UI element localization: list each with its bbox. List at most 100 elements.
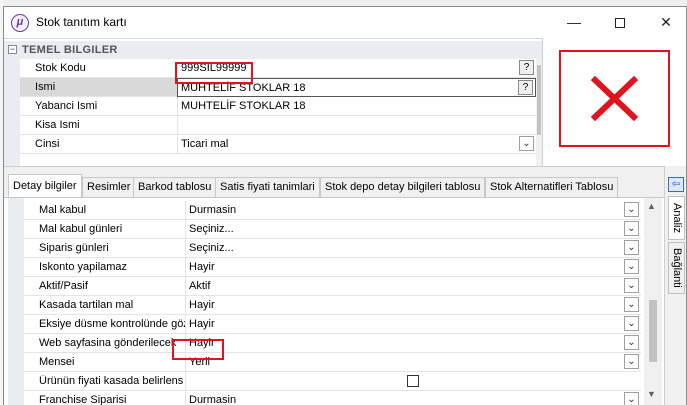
category-row[interactable]: − TEMEL BILGILER [4, 41, 542, 59]
chevron-down-icon[interactable]: ⌄ [624, 240, 639, 255]
field-label: Iskonto yapilamaz [39, 261, 128, 273]
tab-analysis[interactable]: Analiz [668, 196, 685, 240]
detail-row[interactable]: Aktif/Pasif Aktif ⌄ [24, 277, 641, 296]
scrollbar-thumb[interactable] [537, 65, 541, 135]
field-label: Web sayfasina gönderilecek [39, 337, 177, 349]
detail-row[interactable]: Ürünün fiyati kasada belirlens [24, 372, 641, 391]
detail-row[interactable]: Iskonto yapilamaz Hayir ⌄ [24, 258, 641, 277]
grid-gutter [8, 198, 24, 405]
side-panel: ⇦ Analiz Bağlanti [664, 166, 686, 405]
field-label: Mensei [39, 356, 75, 368]
acceptance-days-select[interactable]: Seçiniz... ⌄ [185, 220, 641, 238]
field-value: Ticari mal [181, 138, 229, 150]
foreign-name-input[interactable]: MUHTELİF STOKLAR 18 [177, 97, 536, 116]
chevron-down-icon[interactable]: ⌄ [624, 278, 639, 293]
red-x-icon [590, 75, 639, 122]
collapse-icon[interactable]: − [8, 45, 17, 54]
tab-bar: Detay bilgiler Resimler Barkod tablosu S… [4, 166, 664, 198]
chevron-down-icon[interactable]: ⌄ [624, 202, 639, 217]
title-bar[interactable]: μ Stok tanıtım kartı — ✕ [4, 7, 686, 38]
detail-row[interactable]: Mal kabul günleri Seçiniz... ⌄ [24, 220, 641, 239]
field-type[interactable]: Cinsi Ticari mal ⌄ [20, 135, 536, 154]
scroll-down-icon[interactable]: ▼ [647, 389, 656, 399]
tab-stock-depot-details[interactable]: Stok depo detay bilgileri tablosu [320, 177, 486, 197]
maximize-icon [615, 18, 625, 29]
stock-code-highlight [175, 62, 253, 84]
tab-detail-info[interactable]: Detay bilgiler [8, 174, 82, 198]
short-name-input[interactable] [177, 116, 536, 135]
tab-connection[interactable]: Bağlanti [668, 242, 685, 294]
category-label: TEMEL BILGILER [22, 44, 118, 56]
detail-row[interactable]: Kasada tartilan mal Hayir ⌄ [24, 296, 641, 315]
field-short-name[interactable]: Kisa Ismi [20, 116, 536, 135]
scrollbar-thumb[interactable] [649, 300, 657, 362]
detail-grid-scrollbar[interactable]: ▲ ▼ [644, 198, 662, 405]
detail-row[interactable]: Siparis günleri Seçiniz... ⌄ [24, 239, 641, 258]
field-label: Kisa Ismi [35, 119, 80, 131]
scroll-up-icon[interactable]: ▲ [647, 201, 656, 211]
chevron-down-icon[interactable]: ⌄ [624, 354, 639, 369]
field-value: Aktif [189, 280, 211, 292]
detail-row[interactable]: Eksiye düsme kontrolünde göz Hayir ⌄ [24, 315, 641, 334]
chevron-down-icon[interactable]: ⌄ [624, 392, 639, 405]
chevron-down-icon[interactable]: ⌄ [624, 316, 639, 331]
chevron-down-icon[interactable]: ⌄ [624, 297, 639, 312]
field-label: Cinsi [35, 138, 60, 150]
tab-stock-alternatives[interactable]: Stok Alternatifleri Tablosu [485, 177, 619, 197]
field-name[interactable]: Ismi MUHTELİF STOKLAR 18 ? [20, 78, 536, 97]
order-days-select[interactable]: Seçiniz... ⌄ [185, 239, 641, 257]
detail-row[interactable]: Mal kabul Durmasin ⌄ [24, 201, 641, 220]
field-partial-row [20, 154, 536, 166]
field-label: Kasada tartilan mal [39, 299, 134, 311]
field-label: Yabanci Ismi [35, 100, 98, 112]
field-label: Eksiye düsme kontrolünde göz [39, 318, 185, 330]
tab-sale-price-definitions[interactable]: Satis fiyati tanimlari [215, 177, 320, 197]
detail-row[interactable]: Mensei Yerli ⌄ [24, 353, 641, 372]
close-button[interactable]: ✕ [643, 7, 687, 38]
field-value: Durmasin [189, 394, 237, 405]
field-label: Siparis günleri [39, 242, 109, 254]
field-stock-code[interactable]: Stok Kodu 999SIL99999 ? [20, 59, 536, 78]
chevron-down-icon[interactable]: ⌄ [519, 136, 534, 151]
chevron-down-icon[interactable]: ⌄ [624, 335, 639, 350]
field-value: Hayir [189, 299, 215, 311]
field-value: Hayir [189, 261, 215, 273]
tab-barcode-table[interactable]: Barkod tablosu [133, 177, 217, 197]
expand-panel-icon[interactable]: ⇦ [668, 177, 684, 192]
franchise-order-select[interactable]: Durmasin ⌄ [185, 391, 641, 405]
chevron-down-icon[interactable]: ⌄ [624, 259, 639, 274]
detail-grid: Mal kabul Durmasin ⌄ Mal kabul günleri S… [4, 197, 664, 405]
maximize-button[interactable] [597, 7, 643, 38]
field-label: Ürünün fiyati kasada belirlens [39, 375, 184, 387]
field-label: Franchise Siparisi [39, 394, 127, 405]
goods-acceptance-select[interactable]: Durmasin ⌄ [185, 201, 641, 219]
field-label: Ismi [35, 81, 56, 93]
grid-gutter [4, 59, 20, 166]
origin-select[interactable]: Yerli ⌄ [185, 353, 641, 371]
send-to-web-select[interactable]: Hayir ⌄ [185, 334, 641, 352]
detail-row[interactable]: Franchise Siparisi Durmasin ⌄ [24, 391, 641, 405]
field-foreign-name[interactable]: Yabanci Ismi MUHTELİF STOKLAR 18 [20, 97, 536, 116]
no-discount-select[interactable]: Hayir ⌄ [185, 258, 641, 276]
picture-frame[interactable] [559, 50, 670, 147]
lookup-button[interactable]: ? [519, 60, 534, 75]
minimize-button[interactable]: — [551, 7, 597, 38]
field-label: Stok Kodu [35, 62, 86, 74]
active-passive-select[interactable]: Aktif ⌄ [185, 277, 641, 295]
tab-images[interactable]: Resimler [82, 177, 136, 197]
detail-row[interactable]: Web sayfasina gönderilecek Hayir ⌄ [24, 334, 641, 353]
type-select[interactable]: Ticari mal ⌄ [177, 135, 536, 154]
field-label: Mal kabul günleri [39, 223, 123, 235]
picture-panel[interactable] [542, 38, 686, 166]
field-label: Mal kabul [39, 204, 87, 216]
negative-stock-control-select[interactable]: Hayir ⌄ [185, 315, 641, 333]
field-value: Seçiniz... [189, 242, 234, 254]
price-at-checkout-checkbox[interactable] [407, 375, 419, 387]
web-send-value-highlight [172, 339, 224, 360]
close-icon: ✕ [660, 14, 672, 30]
lookup-button[interactable]: ? [518, 80, 533, 95]
field-label: Aktif/Pasif [39, 280, 88, 292]
weighed-at-checkout-select[interactable]: Hayir ⌄ [185, 296, 641, 314]
basic-info-grid: − TEMEL BILGILER Stok Kodu 999SIL99999 ?… [4, 38, 542, 166]
chevron-down-icon[interactable]: ⌄ [624, 221, 639, 236]
